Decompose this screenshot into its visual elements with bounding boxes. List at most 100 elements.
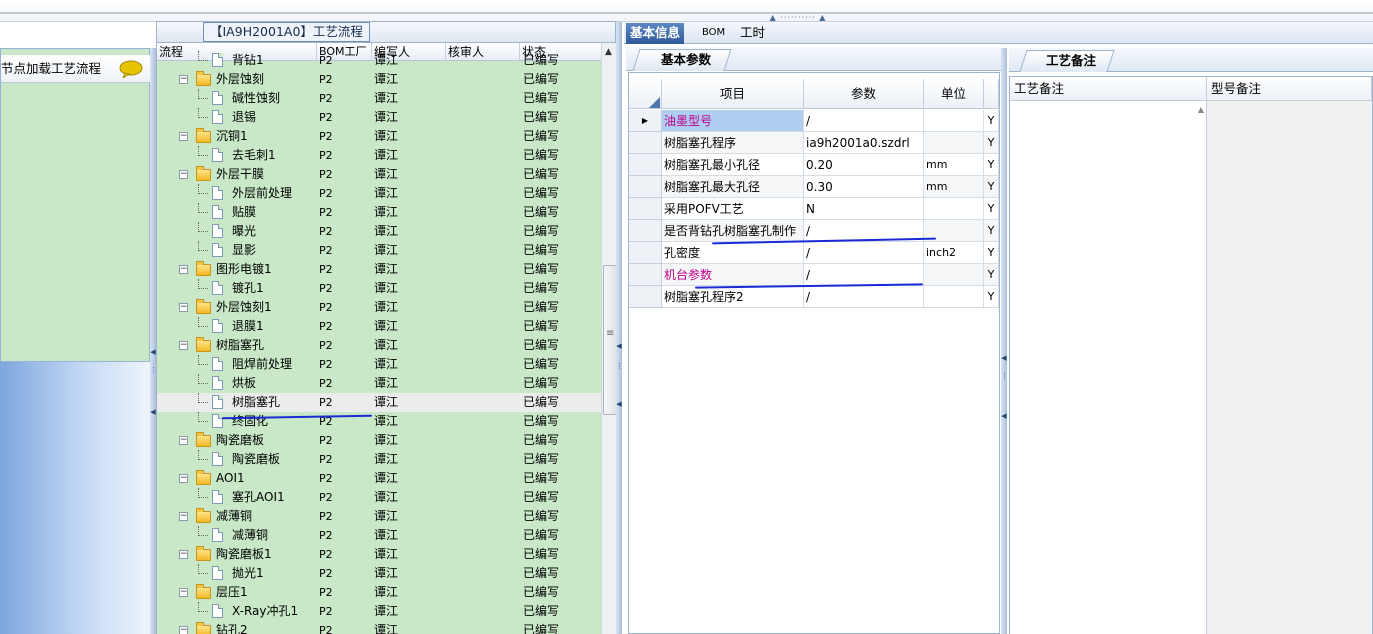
tree-row[interactable]: 阻焊前处理 P2 谭江 已编写 [157,355,601,374]
tab-basic-params[interactable]: 基本参数 [632,49,732,71]
col-unit[interactable]: 单位 [924,79,984,109]
tree-row-status: 已编写 [523,452,560,466]
tree-row[interactable]: 抛光1 P2 谭江 已编写 [157,564,601,583]
collapse-icon[interactable]: − [179,436,188,445]
param-row[interactable]: 孔密度 / inch2 Y [629,242,999,264]
process-note-textarea[interactable]: ▲ [1010,101,1207,634]
collapse-icon[interactable]: − [179,626,188,634]
tree-row[interactable]: − 陶瓷磨板 P2 谭江 已编写 [157,431,601,450]
param-row[interactable]: 采用POFV工艺 N Y [629,198,999,220]
splitter-grip-icon[interactable]: ▲ ·········· ▲ [766,14,830,22]
scroll-thumb[interactable]: ≡ [603,265,616,415]
param-row[interactable]: 树脂塞孔程序 ia9h2001a0.szdrl Y [629,132,999,154]
collapse-icon[interactable]: − [179,170,188,179]
param-flag: Y [984,176,999,198]
param-value[interactable]: 0.30 [804,176,924,198]
row-selector[interactable] [629,220,662,242]
tree-row[interactable]: 退膜1 P2 谭江 已编写 [157,317,601,336]
collapse-icon[interactable]: − [179,512,188,521]
tree-row[interactable]: − 沉铜1 P2 谭江 已编写 [157,127,601,146]
note-scroll-up-icon[interactable]: ▲ [1198,105,1204,114]
collapse-icon[interactable]: − [179,474,188,483]
row-selector[interactable] [629,264,662,286]
param-item: 孔密度 [662,242,804,264]
col-model-note[interactable]: 型号备注 [1207,77,1372,101]
tree-row[interactable]: 碱性蚀刻 P2 谭江 已编写 [157,89,601,108]
param-value[interactable]: / [804,242,924,264]
collapse-middle-icon[interactable]: ◀ [616,342,622,350]
tree-row-status: 已编写 [523,186,560,200]
col-item[interactable]: 项目 [662,79,804,109]
tree-row[interactable]: − 图形电镀1 P2 谭江 已编写 [157,260,601,279]
tree-row[interactable]: − 减薄铜 P2 谭江 已编写 [157,507,601,526]
param-value[interactable]: ia9h2001a0.szdrl [804,132,924,154]
tree-row[interactable]: 显影 P2 谭江 已编写 [157,241,601,260]
collapse-icon[interactable]: − [179,341,188,350]
row-selector[interactable] [629,242,662,264]
tree-row-bom: P2 [319,396,333,409]
tab-process-notes[interactable]: 工艺备注 [1019,50,1115,72]
tree-row[interactable]: 减薄铜 P2 谭江 已编写 [157,526,601,545]
tree-row[interactable]: 终固化 P2 谭江 已编写 [157,412,601,431]
row-selector[interactable] [629,198,662,220]
model-note-textarea[interactable] [1207,101,1372,634]
tree-row[interactable]: 树脂塞孔 P2 谭江 已编写 [157,393,601,412]
tree-row[interactable]: 背钻1 P2 谭江 已编写 [157,51,601,70]
tree-row[interactable]: − 层压1 P2 谭江 已编写 [157,583,601,602]
tree-row-writer: 谭江 [374,167,399,181]
tree-row[interactable]: 陶瓷磨板 P2 谭江 已编写 [157,450,601,469]
row-selector[interactable] [629,154,662,176]
collapse-icon[interactable]: − [179,75,188,84]
row-selector[interactable] [629,176,662,198]
collapse-icon[interactable]: − [179,550,188,559]
param-value[interactable]: / [804,110,924,132]
load-process-item[interactable]: 节点加载工艺流程 [1,55,151,83]
param-value[interactable]: / [804,286,924,308]
collapse-icon[interactable]: − [179,303,188,312]
tab-bom[interactable]: BOM [698,23,729,44]
tree-row[interactable]: 退锡 P2 谭江 已编写 [157,108,601,127]
tree-row[interactable]: − AOI1 P2 谭江 已编写 [157,469,601,488]
collapse-icon[interactable]: − [179,265,188,274]
param-row[interactable]: 机台参数 / Y [629,264,999,286]
collapse-icon[interactable]: − [179,132,188,141]
collapse-middle-icon-2[interactable]: ◀ [616,400,622,408]
param-row[interactable]: 树脂塞孔程序2/ Y [629,286,999,308]
tree-row[interactable]: − 树脂塞孔 P2 谭江 已编写 [157,336,601,355]
collapse-right-icon-2[interactable]: ◀ [1001,412,1007,420]
tree-row[interactable]: − 外层蚀刻 P2 谭江 已编写 [157,70,601,89]
param-value[interactable]: 0.20 [804,154,924,176]
tree-row[interactable]: − 钻孔2 P2 谭江 已编写 [157,621,601,634]
middle-splitter[interactable]: ◀ ⋮ ◀ [616,22,623,634]
param-row[interactable]: ▶ 油墨型号 / Y [629,110,999,132]
param-row[interactable]: 树脂塞孔最大孔径 0.30 mm Y [629,176,999,198]
col-param[interactable]: 参数 [804,79,924,109]
top-strip: ▲ ·········· ▲ [0,0,1373,22]
tree-row[interactable]: 镀孔1 P2 谭江 已编写 [157,279,601,298]
right-splitter[interactable]: ◀ ⋮ ◀ [1001,48,1008,634]
tree-row[interactable]: 塞孔AOI1 P2 谭江 已编写 [157,488,601,507]
tree-row[interactable]: 曝光 P2 谭江 已编写 [157,222,601,241]
col-process-note[interactable]: 工艺备注 [1010,77,1207,101]
tree-row[interactable]: − 外层蚀刻1 P2 谭江 已编写 [157,298,601,317]
tree-scrollbar[interactable]: ▲ ≡ [601,43,616,634]
scroll-up-icon[interactable]: ▲ [605,47,612,57]
param-row[interactable]: 树脂塞孔最小孔径 0.20 mm Y [629,154,999,176]
tab-work-hours[interactable]: 工时 [736,23,769,44]
tree-row[interactable]: 去毛刺1 P2 谭江 已编写 [157,146,601,165]
tree-row[interactable]: − 外层干膜 P2 谭江 已编写 [157,165,601,184]
param-row[interactable]: 是否背钻孔树脂塞孔制作 / Y [629,220,999,242]
row-selector[interactable]: ▶ [629,110,662,132]
tree-row[interactable]: 贴膜 P2 谭江 已编写 [157,203,601,222]
tab-basic-info[interactable]: 基本信息 [626,23,685,44]
row-selector[interactable] [629,132,662,154]
tree-row[interactable]: 外层前处理 P2 谭江 已编写 [157,184,601,203]
collapse-icon[interactable]: − [179,588,188,597]
collapse-right-icon[interactable]: ◀ [1001,354,1007,362]
tree-row[interactable]: 烘板 P2 谭江 已编写 [157,374,601,393]
row-selector[interactable] [629,286,662,308]
param-value[interactable]: N [804,198,924,220]
tree-row[interactable]: − 陶瓷磨板1 P2 谭江 已编写 [157,545,601,564]
tree-row[interactable]: X-Ray冲孔1 P2 谭江 已编写 [157,602,601,621]
document-icon [212,395,223,409]
